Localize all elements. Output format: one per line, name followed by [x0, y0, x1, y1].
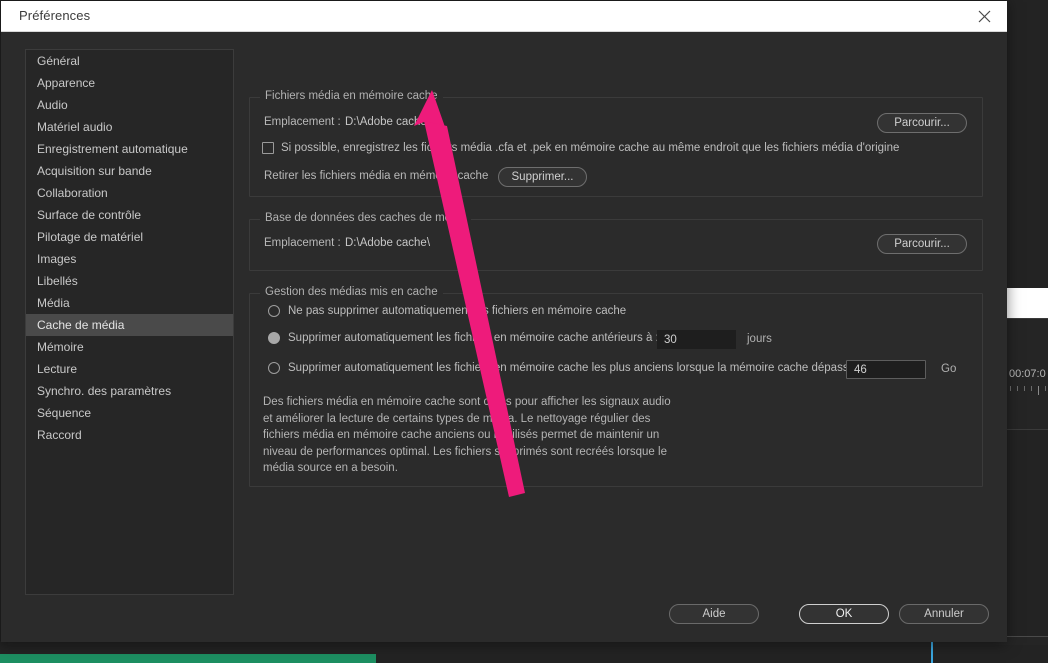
sidebar-item-images[interactable]: Images [26, 248, 233, 270]
sidebar-item-raccord[interactable]: Raccord [26, 424, 233, 446]
sidebar-item-synchro-des-parametres[interactable]: Synchro. des paramètres [26, 380, 233, 402]
cache-location-label: Emplacement : [264, 116, 341, 128]
cache-management-group-legend: Gestion des médias mis en cache [260, 286, 443, 298]
dialog-title: Préférences [19, 8, 91, 23]
sidebar-item-libelles[interactable]: Libellés [26, 270, 233, 292]
radio-never-delete[interactable] [268, 305, 280, 317]
sidebar-item-memoire[interactable]: Mémoire [26, 336, 233, 358]
radio-delete-when-exceeds[interactable] [268, 362, 280, 374]
size-input[interactable]: 46 [846, 360, 926, 379]
days-unit-label: jours [747, 333, 772, 345]
cache-location-browse-button[interactable]: Parcourir... [877, 113, 967, 133]
sidebar-item-apparence[interactable]: Apparence [26, 72, 233, 94]
screen-root: 30 00:07:0 Préférences [0, 0, 1048, 663]
cache-db-location-value: D:\Adobe cache\ [345, 237, 431, 249]
sidebar-item-enregistrement-automatique[interactable]: Enregistrement automatique [26, 138, 233, 160]
sidebar-item-general[interactable]: Général [26, 50, 233, 72]
sidebar-item-cache-de-media[interactable]: Cache de média [26, 314, 233, 336]
same-location-checkbox[interactable] [262, 142, 274, 154]
radio-delete-older-than-row[interactable]: Supprimer automatiquement les fichiers e… [268, 332, 659, 344]
sidebar-item-sequence[interactable]: Séquence [26, 402, 233, 424]
cache-database-group-legend: Base de données des caches de média [260, 212, 472, 224]
sidebar-item-materiel-audio[interactable]: Matériel audio [26, 116, 233, 138]
sidebar-item-pilotage-de-materiel[interactable]: Pilotage de matériel [26, 226, 233, 248]
same-location-checkbox-label: Si possible, enregistrez les fichiers mé… [281, 142, 900, 154]
help-button[interactable]: Aide [669, 604, 759, 624]
radio-delete-when-exceeds-row[interactable]: Supprimer automatiquement les fichiers e… [268, 362, 861, 374]
preferences-category-list[interactable]: Général Apparence Audio Matériel audio E… [25, 49, 234, 595]
radio-delete-older-than[interactable] [268, 332, 280, 344]
sidebar-item-media[interactable]: Média [26, 292, 233, 314]
cache-files-group-legend: Fichiers média en mémoire cache [260, 90, 443, 102]
radio-never-delete-row[interactable]: Ne pas supprimer automatiquement les fic… [268, 305, 626, 317]
radio-delete-when-exceeds-label: Supprimer automatiquement les fichiers e… [288, 362, 862, 374]
dialog-body: Général Apparence Audio Matériel audio E… [1, 32, 1007, 642]
remove-cache-label: Retirer les fichiers média en mémoire ca… [264, 170, 489, 182]
preferences-dialog: Préférences Général Apparence Audio Maté… [0, 0, 1007, 642]
radio-delete-older-than-label: Supprimer automatiquement les fichiers e… [288, 332, 659, 344]
days-input[interactable]: 30 [657, 330, 736, 349]
sidebar-item-audio[interactable]: Audio [26, 94, 233, 116]
cache-management-description: Des fichiers média en mémoire cache sont… [263, 396, 671, 474]
cancel-button[interactable]: Annuler [899, 604, 989, 624]
cache-db-location-label: Emplacement : [264, 237, 341, 249]
cache-location-value: D:\Adobe cache [345, 116, 427, 128]
bg-white-region-right [1005, 288, 1048, 318]
close-icon[interactable] [961, 1, 1007, 31]
cache-db-browse-button[interactable]: Parcourir... [877, 234, 967, 254]
radio-never-delete-label: Ne pas supprimer automatiquement les fic… [288, 305, 627, 317]
size-unit-label: Go [941, 363, 957, 375]
sidebar-item-acquisition-sur-bande[interactable]: Acquisition sur bande [26, 160, 233, 182]
bg-timeline-ruler [1008, 386, 1048, 396]
ok-button[interactable]: OK [799, 604, 889, 624]
sidebar-item-lecture[interactable]: Lecture [26, 358, 233, 380]
dialog-title-bar: Préférences [1, 1, 1007, 32]
remove-cache-delete-button[interactable]: Supprimer... [498, 167, 587, 187]
bg-timecode: 00:07:0 [1009, 368, 1046, 380]
sidebar-item-collaboration[interactable]: Collaboration [26, 182, 233, 204]
bg-green-clip-bar [0, 654, 376, 663]
sidebar-item-surface-de-controle[interactable]: Surface de contrôle [26, 204, 233, 226]
same-location-checkbox-row[interactable]: Si possible, enregistrez les fichiers mé… [262, 142, 899, 154]
